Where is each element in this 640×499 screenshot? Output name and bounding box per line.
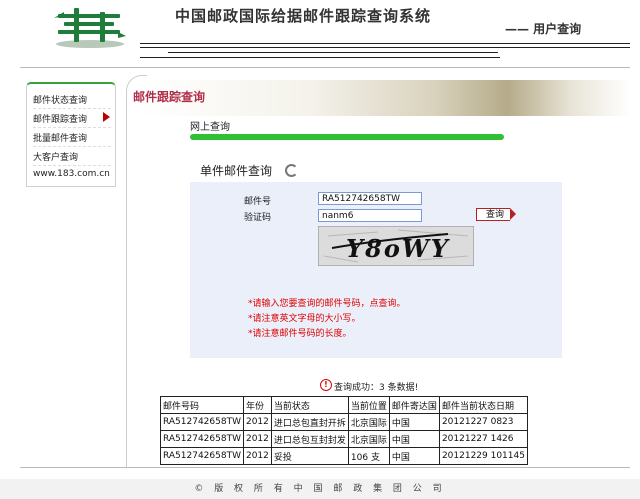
china-post-logo-icon bbox=[50, 6, 130, 50]
table-cell: 2012 bbox=[242, 447, 272, 465]
column-header: 邮件号码 bbox=[160, 396, 244, 414]
note-line: *请注意邮件号码的长度。 bbox=[248, 329, 352, 339]
nav-item-mail-status[interactable]: 邮件状态查询 bbox=[33, 93, 111, 109]
table-cell: 2012 bbox=[242, 430, 272, 448]
section-divider-bar bbox=[190, 134, 504, 140]
table-cell: 中国 bbox=[388, 430, 440, 448]
left-nav: 邮件状态查询 邮件跟踪查询 批量邮件查询 大客户查询 www.183.com.c… bbox=[26, 82, 116, 187]
online-query-label: 网上查询 bbox=[190, 122, 230, 133]
single-query-title: 单件邮件查询 bbox=[200, 164, 273, 178]
captcha-image: Y8oWY bbox=[317, 225, 475, 267]
table-cell: 北京国际 bbox=[347, 430, 390, 448]
table-cell: 2012 bbox=[242, 413, 272, 431]
result-message: 查询成功：3 条数据! bbox=[334, 383, 419, 393]
table-cell: 进口总包互封封发 bbox=[270, 430, 349, 448]
frame-top-border bbox=[20, 67, 630, 68]
captcha-label: 验证码 bbox=[244, 213, 272, 223]
alert-icon: ! bbox=[320, 379, 332, 391]
result-table: 邮件号码 年份 当前状态 当前位置 邮件寄达国 邮件当前状态日期 RA51274… bbox=[160, 396, 528, 465]
user-query-label: —— 用户查询 bbox=[505, 22, 582, 36]
active-arrow-icon bbox=[103, 112, 110, 122]
column-header: 邮件当前状态日期 bbox=[438, 396, 528, 414]
table-cell: RA512742658TW bbox=[160, 430, 244, 448]
nav-item-website-link[interactable]: www.183.com.cn bbox=[33, 169, 111, 181]
column-header: 当前位置 bbox=[347, 396, 390, 414]
table-row: RA512742658TW 2012 妥投 106 支 中国 20121229 … bbox=[160, 447, 528, 465]
header-divider bbox=[140, 47, 630, 48]
column-header: 年份 bbox=[242, 396, 272, 414]
banner-title: 邮件跟踪查询 bbox=[133, 90, 206, 104]
table-cell: 北京国际 bbox=[347, 413, 390, 431]
table-cell: 中国 bbox=[388, 447, 440, 465]
query-button[interactable]: 查询 bbox=[476, 208, 510, 221]
table-row: RA512742658TW 2012 进口总包直封开拆 北京国际 中国 2012… bbox=[160, 413, 528, 431]
captcha-text: Y8oWY bbox=[346, 234, 451, 263]
note-line: *请注意英文字母的大小写。 bbox=[248, 314, 361, 324]
frame-bottom-border bbox=[20, 467, 630, 468]
captcha-input[interactable] bbox=[318, 209, 422, 222]
table-cell: RA512742658TW bbox=[160, 413, 244, 431]
table-cell: 中国 bbox=[388, 413, 440, 431]
table-cell: 20121227 0823 bbox=[438, 413, 528, 431]
header-divider bbox=[140, 57, 500, 58]
note-line: *请输入您要查询的邮件号码，点查询。 bbox=[248, 299, 406, 309]
table-cell: 106 支 bbox=[347, 447, 390, 465]
mail-no-label: 邮件号 bbox=[244, 197, 272, 207]
table-cell: 妥投 bbox=[270, 447, 349, 465]
column-header: 当前状态 bbox=[270, 396, 349, 414]
table-cell: 20121229 101145 bbox=[438, 447, 528, 465]
table-header-row: 邮件号码 年份 当前状态 当前位置 邮件寄达国 邮件当前状态日期 bbox=[160, 396, 528, 414]
nav-item-mail-tracking[interactable]: 邮件跟踪查询 bbox=[33, 112, 111, 128]
query-button-arrow bbox=[510, 208, 516, 220]
table-cell: 20121227 1426 bbox=[438, 430, 528, 448]
table-cell: RA512742658TW bbox=[160, 447, 244, 465]
header-divider bbox=[140, 43, 630, 44]
table-row: RA512742658TW 2012 进口总包互封封发 北京国际 中国 2012… bbox=[160, 430, 528, 448]
mail-no-input[interactable] bbox=[318, 192, 422, 205]
content-border bbox=[126, 75, 147, 468]
header-divider bbox=[168, 52, 498, 53]
nav-item-batch-query[interactable]: 批量邮件查询 bbox=[33, 131, 111, 147]
banner-image bbox=[140, 80, 630, 116]
copyright-text: © 版 权 所 有 中 国 邮 政 集 团 公 司 bbox=[194, 484, 446, 494]
table-cell: 进口总包直封开拆 bbox=[270, 413, 349, 431]
nav-item-major-client[interactable]: 大客户查询 bbox=[33, 150, 111, 166]
column-header: 邮件寄达国 bbox=[388, 396, 440, 414]
site-title: 中国邮政国际给据邮件跟踪查询系统 bbox=[175, 7, 432, 25]
refresh-icon[interactable] bbox=[285, 164, 298, 177]
